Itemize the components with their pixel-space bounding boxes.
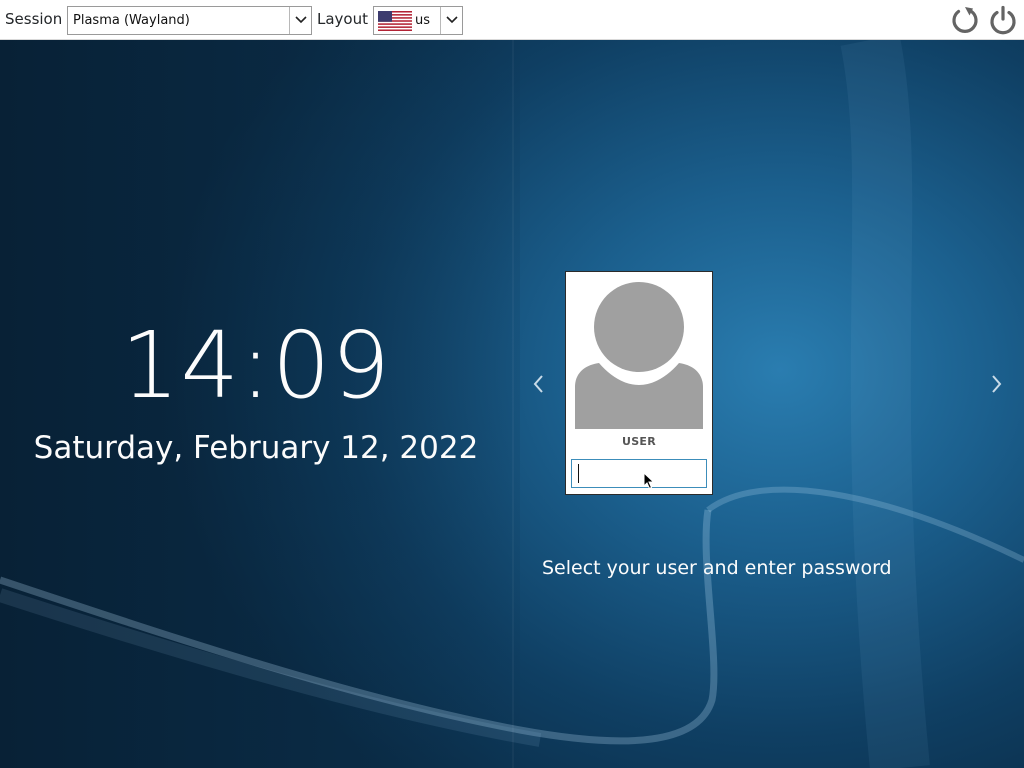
chevron-down-icon[interactable] [289,7,311,34]
user-card[interactable]: USER [565,271,713,495]
layout-select[interactable]: us [373,6,463,35]
password-input[interactable] [571,459,707,488]
chevron-left-icon[interactable] [530,372,546,396]
session-select[interactable]: Plasma (Wayland) [67,6,312,35]
session-select-value: Plasma (Wayland) [73,13,190,28]
text-caret [578,464,579,483]
layout-label: Layout [317,10,368,28]
session-label: Session [5,10,63,28]
chevron-down-icon[interactable] [440,7,462,34]
restart-icon[interactable] [949,4,981,36]
power-icon[interactable] [987,4,1019,36]
layout-select-value: us [415,13,431,28]
clock-date: Saturday, February 12, 2022 [33,430,479,466]
mouse-pointer-icon [643,472,655,490]
user-avatar-icon [575,282,703,429]
login-hint: Select your user and enter password [542,557,892,579]
clock-time: 14:09 [120,312,392,419]
chevron-right-icon[interactable] [989,372,1005,396]
username-label: USER [621,435,657,448]
us-flag-icon [378,11,412,31]
top-bar: Session Plasma (Wayland) Layout us [0,0,1024,40]
